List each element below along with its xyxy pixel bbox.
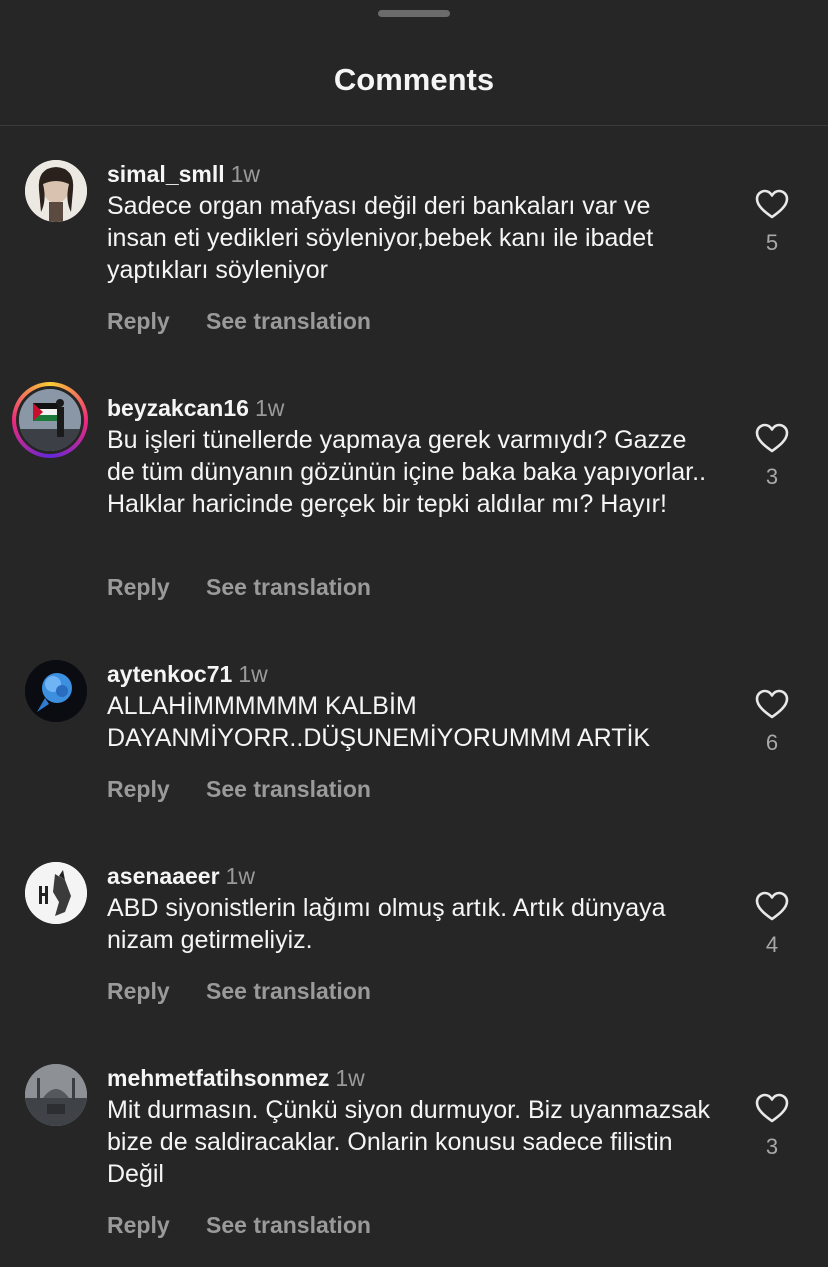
heart-icon[interactable] [754, 688, 790, 720]
username[interactable]: asenaaeer [107, 863, 220, 889]
timestamp: 1w [335, 1065, 365, 1091]
comment-item: beyzakcan16 1w Bu işleri tünellerde yapma… [0, 382, 828, 614]
heart-icon[interactable] [754, 1092, 790, 1124]
like-count: 3 [765, 1134, 779, 1159]
heart-icon[interactable] [754, 890, 790, 922]
reply-button[interactable]: Reply [107, 776, 170, 803]
comment-actions: Reply See translation [107, 1212, 371, 1239]
avatar[interactable] [25, 862, 87, 924]
timestamp: 1w [238, 661, 268, 687]
comments-sheet: Comments simal_smll 1w Sadece organ mafya… [0, 0, 828, 1267]
avatar[interactable] [19, 389, 81, 451]
like-count: 5 [765, 230, 779, 255]
reply-button[interactable]: Reply [107, 1212, 170, 1239]
comment-actions: Reply See translation [107, 776, 371, 803]
comment-text: ALLAHİMMMMMM KALBİM DAYANMİYORR..DÜŞUNEM… [107, 692, 651, 752]
comment-item: asenaaeer 1w ABD siyonistlerin lağımı olm… [0, 862, 828, 1012]
username[interactable]: mehmetfatihsonmez [107, 1065, 329, 1091]
comment-meta: aytenkoc71 1w [107, 660, 268, 688]
comment-text: ABD siyonistlerin lağımı olmuş artık. Ar… [107, 894, 666, 954]
avatar[interactable] [25, 160, 87, 222]
comment-text: Bu işleri tünellerde yapmaya gerek varmı… [107, 426, 707, 518]
drag-handle[interactable] [378, 10, 450, 17]
comment-meta: mehmetfatihsonmez 1w [107, 1064, 365, 1092]
comment-actions: Reply See translation [107, 308, 371, 335]
comment-meta: simal_smll 1w [107, 160, 260, 188]
reply-button[interactable]: Reply [107, 574, 170, 601]
timestamp: 1w [230, 161, 261, 187]
timestamp: 1w [225, 863, 255, 889]
see-translation-button[interactable]: See translation [206, 776, 371, 803]
comment-meta: asenaaeer 1w [107, 862, 255, 890]
avatar[interactable] [25, 660, 87, 722]
like-count: 6 [765, 730, 779, 755]
like-count: 4 [765, 932, 779, 957]
like-control: 5 [748, 188, 796, 256]
comment-text: Sadece organ mafyası değil deri bankalar… [107, 192, 654, 284]
username[interactable]: simal_smll [107, 161, 225, 187]
timestamp: 1w [254, 395, 285, 421]
see-translation-button[interactable]: See translation [206, 1212, 371, 1239]
avatar[interactable] [25, 1064, 87, 1126]
username[interactable]: beyzakcan16 [107, 395, 249, 421]
story-ring[interactable] [12, 382, 88, 458]
comment-text: Mit durmasın. Çünkü siyon durmuyor. Biz … [107, 1096, 711, 1188]
like-count: 3 [765, 464, 779, 489]
see-translation-button[interactable]: See translation [206, 308, 371, 335]
comment-actions: Reply See translation [107, 978, 371, 1005]
comments-header: Comments [0, 0, 828, 126]
comment-actions: Reply See translation [107, 574, 371, 601]
like-control: 6 [748, 688, 796, 756]
like-control: 3 [748, 1092, 796, 1160]
like-control: 3 [748, 422, 796, 490]
username[interactable]: aytenkoc71 [107, 661, 232, 687]
comment-item: aytenkoc71 1w ALLAHİMMMMMM KALBİM DAYANMİ… [0, 660, 828, 810]
see-translation-button[interactable]: See translation [206, 978, 371, 1005]
heart-icon[interactable] [754, 422, 790, 454]
comment-item: simal_smll 1w Sadece organ mafyası değil … [0, 160, 828, 350]
like-control: 4 [748, 890, 796, 958]
heart-icon[interactable] [754, 188, 790, 220]
reply-button[interactable]: Reply [107, 978, 170, 1005]
comment-meta: beyzakcan16 1w [107, 394, 284, 422]
page-title: Comments [333, 62, 495, 97]
comment-item: mehmetfatihsonmez 1w Mit durmasın. Çünkü … [0, 1064, 828, 1254]
reply-button[interactable]: Reply [107, 308, 170, 335]
see-translation-button[interactable]: See translation [206, 574, 371, 601]
